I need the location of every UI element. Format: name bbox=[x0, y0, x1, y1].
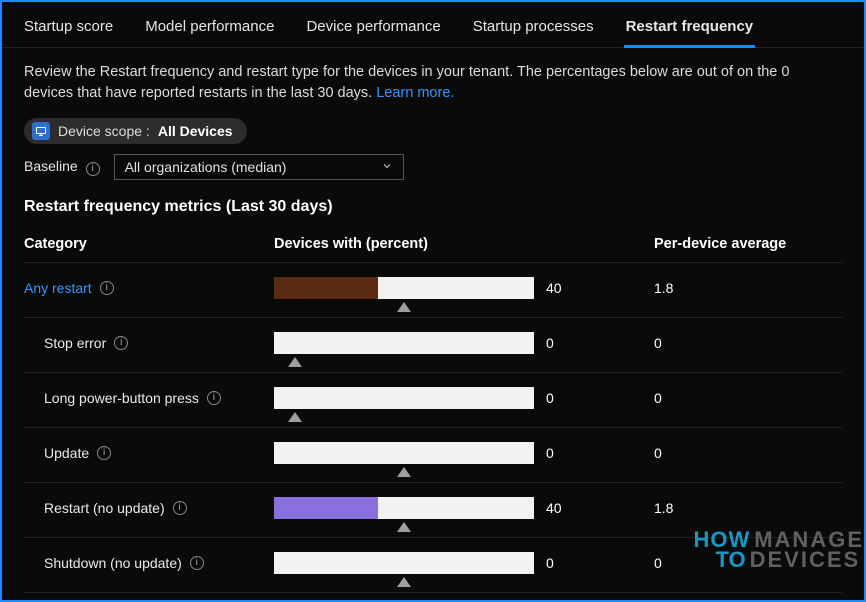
bar-value: 40 bbox=[546, 280, 576, 296]
bar-track bbox=[274, 332, 534, 354]
marker-icon bbox=[288, 357, 302, 367]
bar-track bbox=[274, 552, 534, 574]
category-cell: Any restart i bbox=[24, 280, 274, 296]
col-avg: Per-device average bbox=[654, 236, 842, 252]
bar-track bbox=[274, 387, 534, 409]
baseline-label: Baseline i bbox=[24, 158, 100, 176]
bar-cell: 0 bbox=[274, 442, 654, 464]
marker-icon bbox=[397, 577, 411, 587]
category-cell: Updatei bbox=[24, 445, 274, 461]
category-label: Long power-button press bbox=[44, 390, 199, 406]
bar-value: 40 bbox=[546, 500, 576, 516]
col-category: Category bbox=[24, 236, 274, 252]
bar-value: 0 bbox=[546, 390, 576, 406]
info-icon[interactable]: i bbox=[86, 162, 100, 176]
col-devices: Devices with (percent) bbox=[274, 236, 654, 252]
table-body: Any restarti401.8Stop errori00Long power… bbox=[24, 262, 842, 602]
bar-cell: 0 bbox=[274, 387, 654, 409]
table-row: Shutdown (no update) i 0 0 bbox=[24, 537, 842, 592]
avg-value: 0 bbox=[654, 555, 842, 571]
learn-more-link[interactable]: Learn more. bbox=[376, 85, 454, 101]
marker-icon bbox=[397, 302, 411, 312]
info-icon[interactable]: i bbox=[190, 556, 204, 570]
bar-value: 0 bbox=[546, 555, 576, 571]
bar-cell: 0 bbox=[274, 552, 654, 574]
bar-fill bbox=[274, 277, 378, 299]
category-label: Restart (no update) bbox=[44, 500, 165, 516]
bar-value: 0 bbox=[546, 445, 576, 461]
chevron-down-icon bbox=[381, 160, 393, 175]
avg-value: 1.8 bbox=[654, 280, 842, 296]
category-cell: Stop error i bbox=[24, 335, 274, 351]
bar-fill bbox=[274, 497, 378, 519]
intro-text: Review the Restart frequency and restart… bbox=[24, 62, 842, 104]
table-row: Restart (no update) i 40 1.8 bbox=[24, 482, 842, 537]
bar-cell: 0 bbox=[274, 332, 654, 354]
tab-model-performance[interactable]: Model performance bbox=[143, 12, 276, 47]
bar-track bbox=[274, 277, 534, 299]
avg-value: 0 bbox=[654, 445, 842, 461]
table-row: Any restart i 40 1.8 bbox=[24, 262, 842, 317]
marker-icon bbox=[397, 522, 411, 532]
info-icon[interactable]: i bbox=[173, 501, 187, 515]
bar-track bbox=[274, 442, 534, 464]
baseline-selected: All organizations (median) bbox=[125, 159, 287, 175]
device-scope-label: Device scope : bbox=[58, 123, 150, 139]
bar-track bbox=[274, 497, 534, 519]
bar-cell: 40 bbox=[274, 497, 654, 519]
table-header: Category Devices with (percent) Per-devi… bbox=[24, 230, 842, 262]
device-scope-icon bbox=[32, 122, 50, 140]
section-title: Restart frequency metrics (Last 30 days) bbox=[24, 198, 842, 216]
avg-value: 1.8 bbox=[654, 500, 842, 516]
table-row: Long power-button press i 0 0 bbox=[24, 372, 842, 427]
baseline-select[interactable]: All organizations (median) bbox=[114, 154, 404, 180]
category-cell: Shutdown (no update) i bbox=[24, 555, 274, 571]
bar-cell: 40 bbox=[274, 277, 654, 299]
marker-icon bbox=[397, 467, 411, 477]
marker-icon bbox=[288, 412, 302, 422]
category-cell: Restart (no update) i bbox=[24, 500, 274, 516]
category-cell: Long power-button press i bbox=[24, 390, 274, 406]
category-label: Shutdown (no update) bbox=[44, 555, 182, 571]
table-row: Updatei 0 0 bbox=[24, 427, 842, 482]
category-label: Stop error bbox=[44, 335, 106, 351]
info-icon[interactable]: i bbox=[114, 336, 128, 350]
category-label: Update bbox=[44, 445, 89, 461]
category-label[interactable]: Any restart bbox=[24, 280, 92, 296]
tab-device-performance[interactable]: Device performance bbox=[304, 12, 442, 47]
bar-value: 0 bbox=[546, 335, 576, 351]
device-scope-value: All Devices bbox=[158, 123, 233, 139]
tabs-bar: Startup score Model performance Device per… bbox=[2, 2, 864, 48]
info-icon[interactable]: i bbox=[207, 391, 221, 405]
avg-value: 0 bbox=[654, 335, 842, 351]
info-icon[interactable]: i bbox=[100, 281, 114, 295]
device-scope-pill[interactable]: Device scope : All Devices bbox=[24, 118, 247, 144]
table-row: Stop error i 0 0 bbox=[24, 317, 842, 372]
table-row: Unknowni00 bbox=[24, 592, 842, 602]
avg-value: 0 bbox=[654, 390, 842, 406]
tab-startup-processes[interactable]: Startup processes bbox=[471, 12, 596, 47]
tab-restart-frequency[interactable]: Restart frequency bbox=[624, 12, 756, 48]
tab-startup-score[interactable]: Startup score bbox=[22, 12, 115, 47]
info-icon[interactable]: i bbox=[97, 446, 111, 460]
